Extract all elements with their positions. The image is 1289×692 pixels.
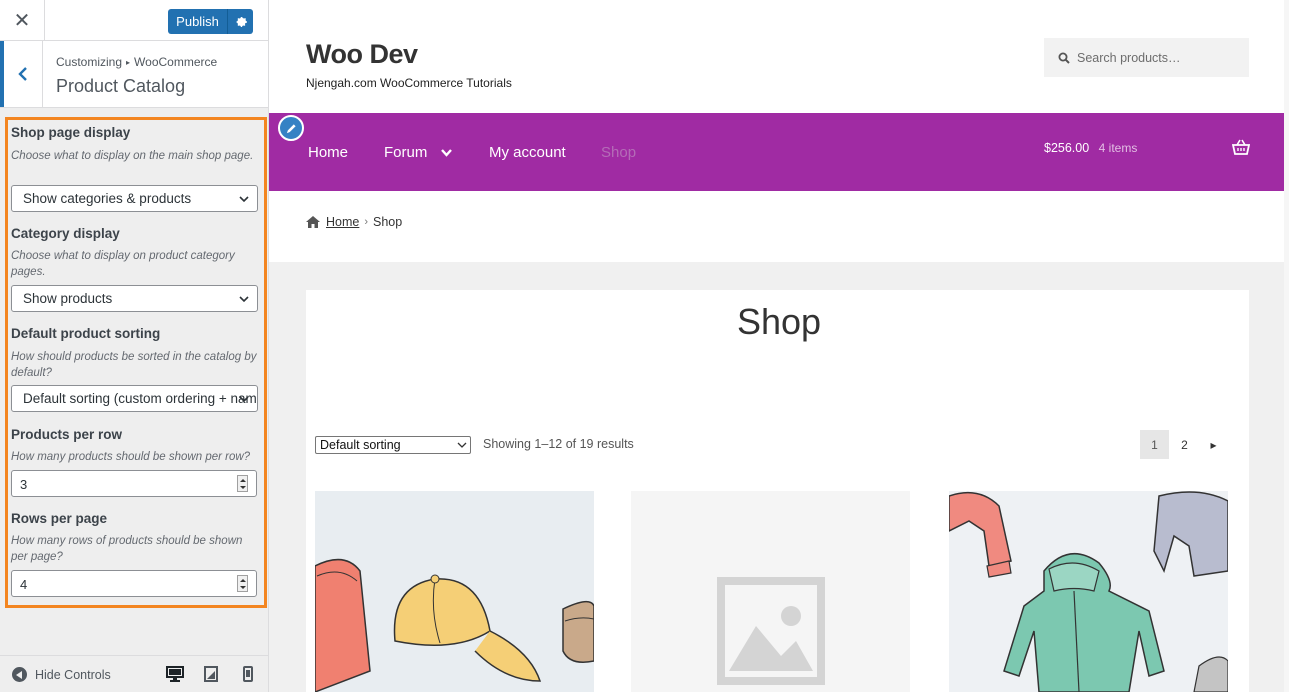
default-sorting-select[interactable]: Default sorting (custom ordering + name): [11, 385, 258, 412]
customizer-footer: Hide Controls: [0, 655, 268, 692]
product-search-input[interactable]: Search products…: [1044, 38, 1249, 77]
category-display-description: Choose what to display on product catego…: [11, 250, 235, 278]
site-preview: Woo Dev Njengah.com WooCommerce Tutorial…: [269, 0, 1289, 692]
shop-display-select[interactable]: Show categories & products: [11, 185, 258, 212]
pagination-next[interactable]: ▸: [1199, 430, 1228, 459]
cart-count: 4 items: [1098, 141, 1138, 155]
breadcrumb-root: Customizing: [56, 55, 123, 69]
close-icon[interactable]: ✕: [0, 0, 45, 41]
shopping-basket-icon[interactable]: [1231, 139, 1251, 160]
category-display-select[interactable]: Show products: [11, 285, 258, 312]
site-title[interactable]: Woo Dev: [306, 39, 418, 70]
breadcrumb-current: Shop: [373, 215, 403, 229]
chevron-down-icon: [239, 296, 249, 303]
breadcrumb-separator: ›: [364, 216, 369, 228]
default-sorting-value: Default sorting (custom ordering + name): [23, 391, 258, 406]
chevron-down-icon: [440, 149, 452, 157]
preview-scrollbar[interactable]: [1284, 0, 1289, 692]
desktop-preview-icon[interactable]: [166, 666, 186, 684]
nav-my-account[interactable]: My account: [489, 144, 566, 161]
shop-breadcrumb: Home › Shop: [306, 215, 402, 229]
products-per-row-description: How many products should be shown per ro…: [11, 451, 251, 463]
collapse-icon: [12, 667, 27, 682]
publish-group: Publish: [168, 9, 253, 34]
catalog-ordering-select[interactable]: Default sorting: [315, 436, 471, 454]
products-per-row-value: 3: [20, 477, 28, 492]
nav-forum[interactable]: Forum: [384, 144, 452, 161]
customizer-breadcrumb: Customizing ▸ WooCommerce: [56, 55, 217, 69]
search-placeholder: Search products…: [1077, 50, 1181, 65]
pagination-page-2[interactable]: 2: [1170, 430, 1199, 459]
product-image-cap[interactable]: [315, 491, 594, 692]
customizer-header: ✕ Publish: [0, 0, 268, 41]
breadcrumb-home-link[interactable]: Home: [326, 215, 359, 229]
pagination-page-1[interactable]: 1: [1140, 430, 1169, 459]
rows-per-page-title: Rows per page: [11, 511, 108, 526]
number-spinner[interactable]: [237, 575, 248, 592]
section-title: Product Catalog: [56, 76, 186, 96]
chevron-down-icon: [239, 196, 249, 203]
category-display-value: Show products: [23, 291, 113, 306]
product-image-hoodie[interactable]: [949, 491, 1228, 692]
rows-per-page-description: How many rows of products should be show…: [11, 535, 243, 563]
nav-home[interactable]: Home: [308, 144, 348, 161]
shop-display-description: Choose what to display on the main shop …: [11, 150, 254, 162]
back-arrow-icon[interactable]: [0, 41, 43, 107]
shop-display-value: Show categories & products: [23, 191, 192, 206]
rows-per-page-input[interactable]: 4: [11, 570, 257, 597]
publish-settings-gear-icon[interactable]: [227, 9, 253, 34]
mobile-preview-icon[interactable]: [243, 666, 263, 684]
page-title: Shop: [736, 301, 822, 342]
tablet-preview-icon[interactable]: [204, 666, 224, 684]
chevron-down-icon: [457, 442, 467, 448]
products-per-row-title: Products per row: [11, 427, 123, 442]
result-count: Showing 1–12 of 19 results: [483, 437, 634, 451]
edit-shortcut-pencil-icon[interactable]: [278, 115, 304, 141]
site-tagline: Njengah.com WooCommerce Tutorials: [306, 76, 512, 90]
header-cart[interactable]: $256.00 4 items: [1044, 141, 1137, 155]
section-header: Customizing ▸ WooCommerce Product Catalog: [0, 41, 268, 108]
breadcrumb-panel: WooCommerce: [134, 55, 218, 69]
nav-shop[interactable]: Shop: [601, 144, 636, 161]
publish-button[interactable]: Publish: [168, 9, 227, 34]
home-icon: [306, 216, 320, 228]
category-display-title: Category display: [11, 226, 120, 241]
breadcrumb-separator: ▸: [126, 58, 131, 67]
default-sorting-title: Default product sorting: [11, 326, 161, 341]
hide-controls-label: Hide Controls: [35, 667, 111, 682]
search-icon: [1058, 52, 1070, 64]
chevron-down-icon: [239, 396, 249, 403]
product-image-placeholder[interactable]: [631, 491, 910, 692]
cart-total: $256.00: [1044, 141, 1090, 155]
nav-forum-label: Forum: [384, 144, 428, 161]
hide-controls-button[interactable]: Hide Controls: [12, 667, 111, 682]
number-spinner[interactable]: [237, 475, 248, 492]
catalog-ordering-value: Default sorting: [320, 438, 401, 452]
customizer-sidebar: ✕ Publish Customizing ▸ WooCommerce Produc…: [0, 0, 269, 692]
default-sorting-description: How should products be sorted in the cat…: [11, 351, 257, 379]
rows-per-page-value: 4: [20, 577, 28, 592]
shop-display-title: Shop page display: [11, 125, 131, 140]
products-per-row-input[interactable]: 3: [11, 470, 257, 497]
